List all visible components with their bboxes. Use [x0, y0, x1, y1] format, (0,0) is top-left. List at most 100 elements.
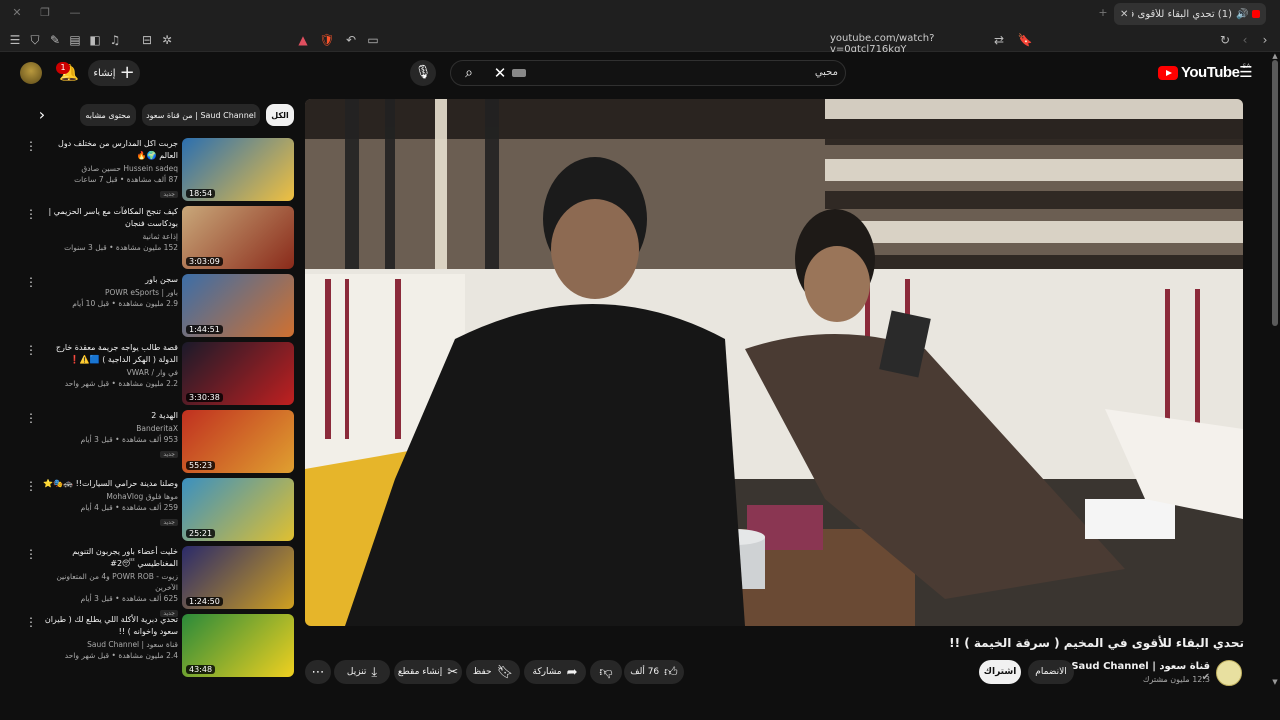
window-icon[interactable]: ⊟ — [138, 31, 156, 49]
recommendation-item[interactable]: ⋮ قصة طالب يواجه جريمة معقدة خارج الدولة … — [24, 342, 296, 406]
video-duration: 43:48 — [186, 665, 216, 674]
download-button[interactable]: ⤓ تنزيل — [334, 660, 390, 684]
more-options-icon[interactable]: ⋮ — [24, 412, 38, 424]
more-options-icon[interactable]: ⋮ — [24, 616, 38, 628]
scroll-down-icon[interactable]: ▼ — [1270, 678, 1280, 686]
page-scrollbar-thumb[interactable] — [1272, 60, 1278, 326]
video-player[interactable] — [305, 99, 1243, 626]
save-button[interactable]: 🔖︎ حفظ — [466, 660, 520, 684]
scissors-icon: ✂ — [447, 664, 459, 680]
share-button[interactable]: ➦ مشاركة — [524, 660, 586, 684]
chip-from-channel[interactable]: من قناة سعود | Saud Channel — [142, 104, 260, 126]
chip-related[interactable]: محتوى مشابه — [80, 104, 136, 126]
recommendation-views: 2.9 مليون مشاهدة • قبل 10 أيام — [72, 299, 178, 308]
active-browser-tab[interactable]: 🔊 (1) تحدي البقاء للأقوى في المخ ✕ — [1114, 3, 1266, 25]
like-count: 76 ألف — [630, 667, 660, 677]
guide-menu-icon[interactable]: ☰ — [1238, 64, 1254, 80]
triangle-logo-icon[interactable]: ▲ — [294, 31, 312, 49]
save-icon: 🔖︎ — [496, 664, 514, 680]
voice-search-icon[interactable]: 🎙 — [410, 60, 436, 86]
subscriber-count: 12.3 مليون مشترك — [1142, 675, 1210, 684]
bookmark-icon[interactable]: 🔖 — [1016, 31, 1034, 49]
sidebar-icon[interactable]: ◧ — [86, 31, 104, 49]
recommendation-channel[interactable]: موها فلوق MohaVlog — [40, 491, 178, 502]
more-options-icon[interactable]: ⋮ — [24, 548, 38, 560]
shield-icon[interactable]: ⛉ — [26, 31, 44, 49]
more-options-icon[interactable]: ⋮ — [24, 208, 38, 220]
like-button[interactable]: 👍︎ 76 ألف — [624, 660, 684, 684]
recommendation-meta: كيف تنجح المكافآت مع ياسر الحزيمي | بودك… — [40, 206, 178, 253]
recommendation-channel[interactable]: زيوت - POWR ROB و4 من المتعاونين الآخرين — [40, 571, 178, 593]
pen-icon[interactable]: ✎ — [46, 31, 64, 49]
chips-scroll-left-icon[interactable]: › — [34, 107, 50, 123]
close-window-icon[interactable]: ✕ — [10, 6, 24, 20]
new-tab-icon[interactable]: + — [1096, 6, 1110, 20]
minimize-window-icon[interactable]: — — [68, 6, 82, 20]
recommendation-title[interactable]: قصة طالب يواجه جريمة معقدة خارج الدولة (… — [40, 342, 178, 366]
save-label: حفظ — [472, 667, 492, 677]
recommendation-title[interactable]: سجن باور — [40, 274, 178, 286]
undo-icon[interactable]: ↶ — [342, 31, 360, 49]
keyboard-icon[interactable] — [512, 69, 526, 77]
recommendation-channel[interactable]: في وار / VWAR — [40, 367, 178, 378]
account-avatar[interactable] — [20, 62, 42, 84]
more-options-icon[interactable]: ⋮ — [24, 480, 38, 492]
clear-search-icon[interactable]: ✕ — [490, 62, 510, 84]
brave-shield-icon[interactable]: 🛡 — [318, 31, 336, 49]
scroll-up-icon[interactable]: ▲ — [1270, 52, 1280, 60]
more-actions-button[interactable]: ⋯ — [305, 660, 331, 684]
video-title: تحدي البقاء للأقوى في المخيم ( سرقة الخي… — [949, 636, 1244, 650]
clip-button[interactable]: ✂ إنشاء مقطع — [394, 660, 462, 684]
more-options-icon[interactable]: ⋮ — [24, 140, 38, 152]
subscribe-button[interactable]: اشتراك — [979, 660, 1021, 684]
recommendation-item[interactable]: ⋮ سجن باور باور | POWR eSports 2.9 مليون مش… — [24, 274, 296, 338]
recommendation-item[interactable]: ⋮ جربت اكل المدارس من مختلف دول العالم 🌍🔥… — [24, 138, 296, 202]
recommendation-item[interactable]: ⋮ الهدية 2 BanderitaX 953 ألف مشاهدة • قبل … — [24, 410, 296, 474]
extensions-icon[interactable]: ✲ — [158, 31, 176, 49]
youtube-play-icon — [1158, 65, 1178, 80]
channel-avatar[interactable] — [1216, 660, 1242, 686]
forward-icon[interactable]: › — [1256, 31, 1274, 49]
restore-window-icon[interactable]: ❐ — [38, 6, 52, 20]
close-tab-icon[interactable]: ✕ — [1120, 9, 1128, 20]
recommendation-title[interactable]: الهدية 2 — [40, 410, 178, 422]
create-label: إنشاء — [93, 67, 116, 79]
recommendation-title[interactable]: تحدي دبرية الأكلة اللي يطلع لك ( طيران س… — [40, 614, 178, 638]
more-options-icon[interactable]: ⋮ — [24, 276, 38, 288]
recommendation-meta: قصة طالب يواجه جريمة معقدة خارج الدولة (… — [40, 342, 178, 389]
tabs-icon[interactable]: ▤ — [66, 31, 84, 49]
recommendation-views: 259 ألف مشاهدة • قبل 4 أيام — [80, 503, 178, 512]
video-duration: 3:03:09 — [186, 257, 223, 266]
new-badge: جديد — [160, 519, 178, 526]
youtube-logo[interactable]: YouTube SA — [1158, 63, 1250, 81]
share-icon: ➦ — [566, 664, 578, 680]
chip-all[interactable]: الكل — [266, 104, 294, 126]
reload-icon[interactable]: ↻ — [1216, 31, 1234, 49]
audio-playing-icon[interactable]: 🔊 — [1236, 9, 1248, 20]
recommendation-channel[interactable]: Hussein sadeq حسين صادق — [40, 163, 178, 174]
recommendation-channel[interactable]: قناة سعود | Saud Channel — [40, 639, 178, 650]
site-settings-icon[interactable]: ⇄ — [990, 31, 1008, 49]
create-button[interactable]: + إنشاء — [88, 60, 140, 86]
browser-toolbar — [0, 28, 1280, 52]
menu-icon[interactable]: ☰ — [6, 31, 24, 49]
recommendation-item[interactable]: ⋮ وصلنا مدينة حرامي السيارات!! 🚓🎭⭐ موها فل… — [24, 478, 296, 542]
dislike-button[interactable]: 👎︎ — [590, 660, 622, 684]
recommendation-channel[interactable]: باور | POWR eSports — [40, 287, 178, 298]
back-icon[interactable]: ‹ — [1236, 31, 1254, 49]
recommendation-item[interactable]: ⋮ خليت أعضاء باور يجربون التنويم المغناطي… — [24, 546, 296, 617]
search-icon[interactable]: ⌕ — [458, 62, 480, 84]
recommendation-title[interactable]: خليت أعضاء باور يجربون التنويم المغناطيس… — [40, 546, 178, 570]
more-options-icon[interactable]: ⋮ — [24, 344, 38, 356]
recommendation-title[interactable]: كيف تنجح المكافآت مع ياسر الحزيمي | بودك… — [40, 206, 178, 230]
recommendation-title[interactable]: وصلنا مدينة حرامي السيارات!! 🚓🎭⭐ — [40, 478, 178, 490]
recommendation-title[interactable]: جربت اكل المدارس من مختلف دول العالم 🌍🔥 — [40, 138, 178, 162]
recommendation-channel[interactable]: BanderitaX — [40, 423, 178, 434]
music-icon[interactable]: ♫ — [106, 31, 124, 49]
recommendation-item[interactable]: ⋮ كيف تنجح المكافآت مع ياسر الحزيمي | بود… — [24, 206, 296, 270]
recommendation-item[interactable]: ⋮ تحدي دبرية الأكلة اللي يطلع لك ( طيران … — [24, 614, 296, 678]
recommendation-channel[interactable]: إذاعة ثمانية — [40, 231, 178, 242]
join-button[interactable]: الانضمام — [1028, 660, 1074, 684]
recommendation-meta: سجن باور باور | POWR eSports 2.9 مليون مشا… — [40, 274, 178, 309]
screen-icon[interactable]: ▭ — [364, 31, 382, 49]
